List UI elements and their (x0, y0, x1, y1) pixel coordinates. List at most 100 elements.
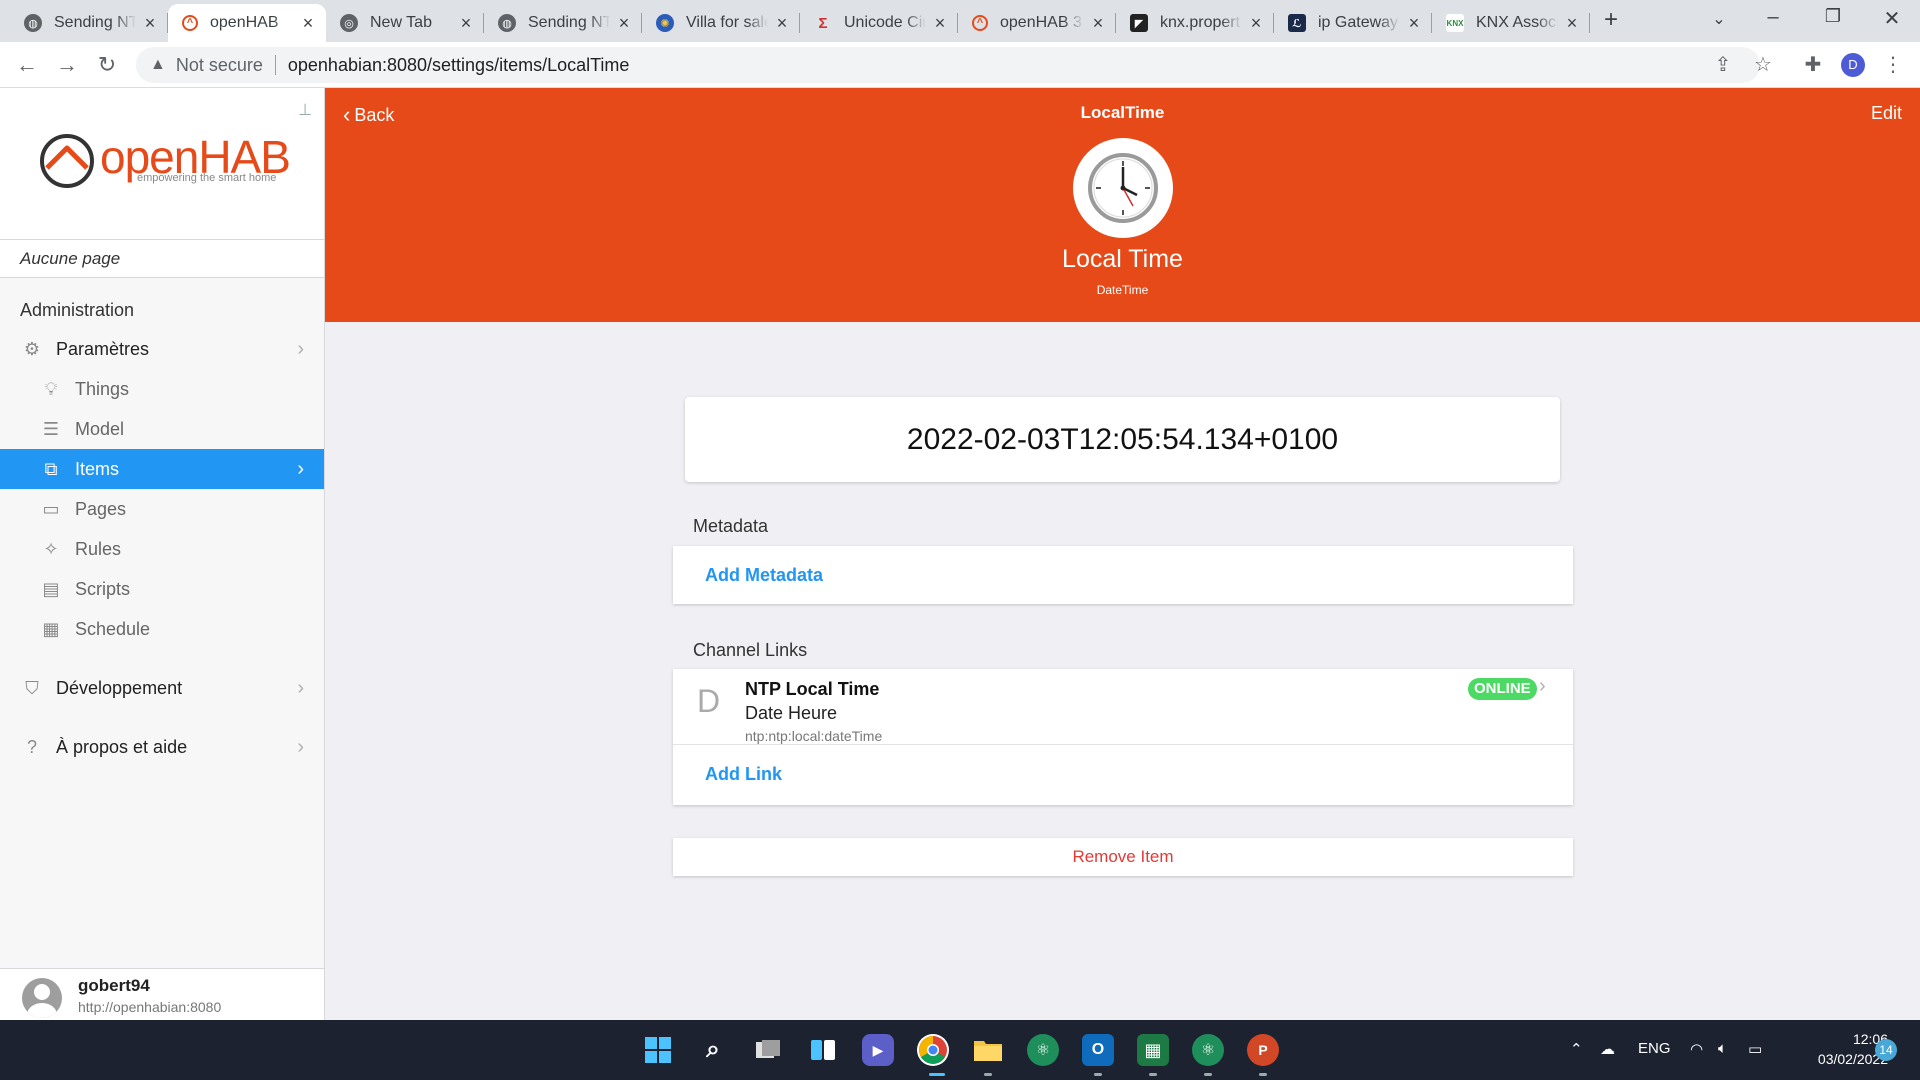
cloud-icon[interactable]: ☁ (1600, 1040, 1615, 1058)
close-tab-icon[interactable]: × (300, 13, 316, 34)
app-indicator (1094, 1073, 1102, 1076)
remove-item-button[interactable]: Remove Item (673, 838, 1573, 876)
browser-tab[interactable]: ◍ Sending NTP × (484, 4, 642, 42)
powerpoint-icon[interactable]: P (1247, 1034, 1279, 1066)
chevron-up-icon[interactable]: ⌃ (1570, 1040, 1583, 1058)
divider (673, 744, 1573, 745)
forward-arrow-icon[interactable]: → (52, 50, 82, 80)
close-tab-icon[interactable]: × (932, 13, 948, 34)
close-tab-icon[interactable]: × (458, 13, 474, 34)
notification-badge[interactable]: 14 (1875, 1039, 1897, 1061)
extensions-icon[interactable]: ✚ (1800, 52, 1826, 77)
sidebar-item-rules[interactable]: ✧ Rules (0, 529, 324, 569)
browser-tab[interactable]: KNX KNX Associ × (1432, 4, 1590, 42)
bookmark-star-icon[interactable]: ☆ (1750, 52, 1776, 77)
warning-icon: ▲ (150, 56, 166, 73)
app-indicator (1149, 1073, 1157, 1076)
close-tab-icon[interactable]: × (142, 13, 158, 34)
reload-icon[interactable]: ↻ (92, 50, 122, 80)
app-indicator (1204, 1073, 1212, 1076)
widgets-icon[interactable] (807, 1034, 839, 1066)
browser-tab-active[interactable]: ^ openHAB × (168, 4, 326, 42)
close-tab-icon[interactable]: × (616, 13, 632, 34)
openhab-logo-icon (40, 134, 94, 188)
current-page-label[interactable]: Aucune page (0, 240, 324, 278)
sidebar: ⊥ openHAB empowering the smart home Aucu… (0, 88, 325, 1020)
task-view-icon[interactable] (752, 1034, 784, 1066)
sidebar-item-pages[interactable]: ▭ Pages (0, 489, 324, 529)
chrome-taskbar-icon[interactable] (917, 1034, 949, 1066)
monitor-icon: ▭ (42, 498, 60, 519)
knx-assoc-favicon-icon: KNX (1446, 14, 1464, 32)
url-text[interactable]: openhabian:8080/settings/items/LocalTime (288, 55, 630, 76)
restore-icon[interactable]: ❐ (1818, 6, 1848, 27)
villa-favicon-icon: ✺ (656, 14, 674, 32)
atom-app-icon[interactable]: ⚛ (1192, 1034, 1224, 1066)
user-url: http://openhabian:8080 (78, 999, 222, 1015)
app-indicator (1259, 1073, 1267, 1076)
windows-start-icon[interactable] (642, 1034, 674, 1066)
pin-icon[interactable]: ⊥ (298, 100, 312, 120)
item-type: DateTime (1096, 283, 1149, 297)
language-indicator[interactable]: ENG (1638, 1040, 1671, 1057)
teams-chat-icon[interactable]: ▶ (862, 1034, 894, 1066)
section-title-administration: Administration (20, 300, 135, 320)
knx-favicon-icon: ◤ (1130, 14, 1148, 32)
shield-icon: ⛉ (25, 677, 39, 698)
clock-icon (1088, 153, 1158, 223)
sidebar-item-schedule[interactable]: ▦ Schedule (0, 609, 324, 649)
close-tab-icon[interactable]: × (1248, 13, 1264, 34)
browser-tab[interactable]: ◤ knx.propert × (1116, 4, 1274, 42)
wifi-icon[interactable]: ◠ (1690, 1040, 1703, 1058)
browser-tab[interactable]: ^ openHAB 3 × (958, 4, 1116, 42)
channel-links-card: D NTP Local Time Date Heure ntp:ntp:loca… (673, 669, 1573, 805)
globe-icon: ◍ (24, 14, 42, 32)
browser-tab[interactable]: ℒ ip Gateway × (1274, 4, 1432, 42)
atom-app-icon[interactable]: ⚛ (1027, 1034, 1059, 1066)
file-explorer-icon[interactable] (972, 1034, 1004, 1066)
sidebar-item-development[interactable]: ⛉ Développement › (0, 668, 324, 708)
page-title: LocalTime (1080, 103, 1165, 122)
edit-button[interactable]: Edit (1871, 103, 1902, 124)
share-icon[interactable]: ⇪ (1710, 52, 1736, 77)
sidebar-item-model[interactable]: ☰ Model (0, 409, 324, 449)
sidebar-item-help[interactable]: ? À propos et aide › (0, 727, 324, 767)
battery-icon[interactable]: ▭ (1748, 1040, 1762, 1058)
item-label: Local Time (1062, 245, 1183, 273)
security-label[interactable]: Not secure (176, 55, 263, 76)
spreadsheet-icon[interactable]: ▦ (1137, 1034, 1169, 1066)
close-tab-icon[interactable]: × (1564, 13, 1580, 34)
profile-avatar[interactable]: D (1841, 53, 1865, 77)
volume-icon[interactable]: 🔈︎ (1718, 1040, 1727, 1057)
new-tab-button[interactable]: + (1596, 6, 1626, 34)
sidebar-item-things[interactable]: 💡︎ Things (0, 369, 324, 409)
clock-date[interactable]: 03/02/2022 (1780, 1051, 1888, 1067)
chrome-icon: ◎ (340, 14, 358, 32)
browser-tab-strip: ◍ Sending NTP × ^ openHAB × ◎ New Tab × … (0, 0, 1920, 42)
menu-dots-icon[interactable]: ⋮ (1880, 52, 1906, 77)
chevron-right-icon: › (1539, 675, 1546, 697)
close-tab-icon[interactable]: × (1406, 13, 1422, 34)
close-tab-icon[interactable]: × (774, 13, 790, 34)
sidebar-item-settings[interactable]: ⚙ Paramètres › (0, 329, 324, 369)
close-tab-icon[interactable]: × (1090, 13, 1106, 34)
channel-label: Date Heure (745, 703, 838, 723)
browser-tab[interactable]: ◎ New Tab × (326, 4, 484, 42)
address-bar[interactable]: ▲ Not secure openhabian:8080/settings/it… (136, 47, 1760, 83)
list-icon: ☰ (42, 418, 60, 439)
add-metadata-link[interactable]: Add Metadata (705, 565, 823, 586)
tab-search-icon[interactable]: ⌄ (1704, 9, 1734, 29)
browser-tab[interactable]: ✺ Villa for sale × (642, 4, 800, 42)
back-arrow-icon[interactable]: ← (12, 50, 42, 80)
browser-tab[interactable]: ◍ Sending NTP × (10, 4, 168, 42)
sigma-favicon-icon: Σ (818, 14, 828, 32)
close-window-icon[interactable]: ✕ (1877, 6, 1907, 31)
outlook-icon[interactable]: O (1082, 1034, 1114, 1066)
user-profile[interactable]: gobert94 http://openhabian:8080 (0, 968, 324, 1020)
add-link-link[interactable]: Add Link (705, 764, 782, 785)
sidebar-item-items[interactable]: ⧉ Items › (0, 449, 324, 489)
search-icon[interactable]: ⌕ (697, 1034, 729, 1066)
browser-tab[interactable]: Σ Unicode Cir × (800, 4, 958, 42)
sidebar-item-scripts[interactable]: ▤ Scripts (0, 569, 324, 609)
minimize-icon[interactable]: – (1758, 6, 1788, 29)
